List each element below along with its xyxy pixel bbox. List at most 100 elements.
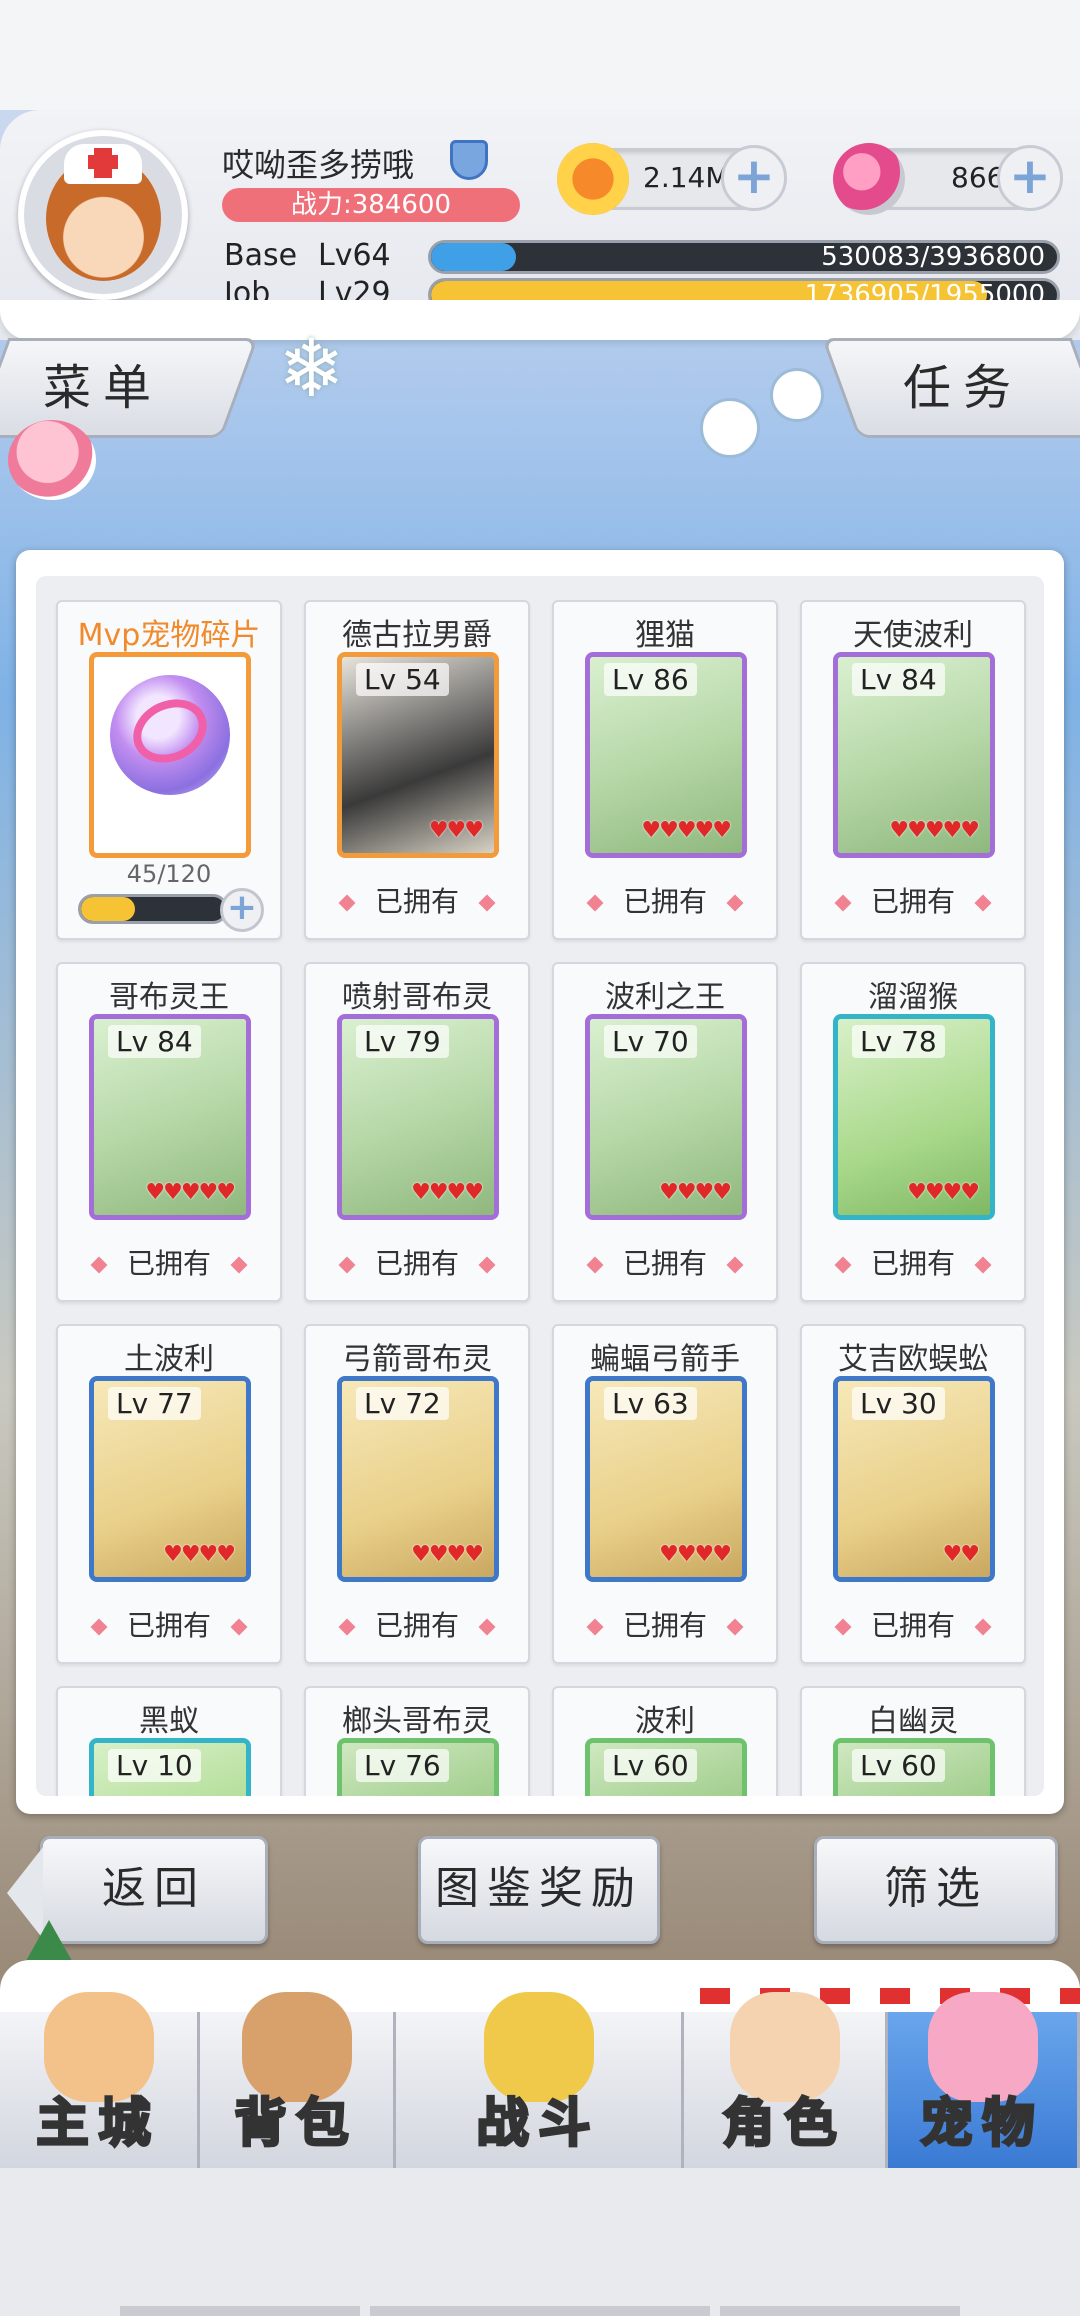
- base-label: Base: [224, 238, 298, 273]
- pet-level: Lv 63: [604, 1387, 697, 1420]
- power-badge: 战力:384600: [222, 188, 520, 222]
- nav-label: 战斗: [475, 2093, 601, 2156]
- pet-level: Lv 54: [356, 663, 449, 696]
- nav-label: 主城: [35, 2093, 161, 2156]
- gem-currency: 866 +: [833, 143, 1063, 215]
- tasks-label: 任务: [903, 360, 1024, 416]
- owned-label: 已拥有: [870, 885, 955, 918]
- pet-level: Lv 30: [852, 1387, 945, 1420]
- owned-label: 已拥有: [870, 1247, 955, 1280]
- mvp-shard-progress: [78, 894, 228, 924]
- pet-level: Lv 60: [852, 1749, 945, 1782]
- pet-portrait-frame: Lv 77 ♥♥♥♥: [89, 1376, 251, 1582]
- pet-name: 弓箭哥布灵: [342, 1342, 492, 1377]
- owned-label: 已拥有: [126, 1247, 211, 1280]
- pet-card[interactable]: 蝙蝠弓箭手 Lv 63 ♥♥♥♥ 已拥有: [552, 1324, 778, 1664]
- diamond-icon: [974, 1618, 992, 1636]
- owned-status: 已拥有: [554, 1242, 776, 1282]
- owned-label: 已拥有: [374, 1609, 459, 1642]
- diamond-icon: [726, 1618, 744, 1636]
- pet-card[interactable]: 榔头哥布灵Lv 76已拥有: [304, 1686, 530, 1796]
- diamond-icon: [230, 1256, 248, 1274]
- owned-label: 已拥有: [622, 1247, 707, 1280]
- pet-name: 哥布灵王: [109, 980, 229, 1015]
- diamond-icon: [90, 1256, 108, 1274]
- pet-card[interactable]: 天使波利 Lv 84 ♥♥♥♥♥ 已拥有: [800, 600, 1026, 940]
- diamond-icon: [834, 1256, 852, 1274]
- player-avatar[interactable]: [18, 130, 188, 300]
- nav-pet[interactable]: 宠物: [888, 1992, 1080, 2168]
- pet-card[interactable]: 弓箭哥布灵 Lv 72 ♥♥♥♥ 已拥有: [304, 1324, 530, 1664]
- mvp-shard-count: 45/120: [126, 860, 212, 888]
- pet-card[interactable]: 土波利 Lv 77 ♥♥♥♥ 已拥有: [56, 1324, 282, 1664]
- cap-cross: [88, 155, 118, 169]
- pet-name: 德古拉男爵: [342, 618, 492, 653]
- footer-divider: [120, 2306, 360, 2316]
- owned-label: 已拥有: [622, 885, 707, 918]
- shield-icon[interactable]: [450, 140, 488, 180]
- pet-name: 狸猫: [635, 618, 695, 653]
- pet-card[interactable]: 波利之王 Lv 70 ♥♥♥♥ 已拥有: [552, 962, 778, 1302]
- pet-poring-icon[interactable]: [8, 420, 96, 500]
- affinity-hearts-icon: ♥♥♥♥: [411, 1542, 484, 1567]
- nav-backpack[interactable]: 背包: [200, 1992, 396, 2168]
- nav-character[interactable]: 角色: [684, 1992, 888, 2168]
- pet-portrait-frame: Lv 60: [833, 1738, 995, 1796]
- diamond-icon: [586, 1618, 604, 1636]
- diamond-icon: [478, 1618, 496, 1636]
- pet-level: Lv 70: [604, 1025, 697, 1058]
- footer-divider: [370, 2306, 710, 2316]
- owned-status: 已拥有: [554, 1604, 776, 1644]
- pet-card[interactable]: 黑蚁Lv 10已拥有: [56, 1686, 282, 1796]
- pet-name: 黑蚁: [139, 1704, 199, 1739]
- base-exp-bar: 530083/3936800: [428, 240, 1060, 274]
- pet-level: Lv 84: [108, 1025, 201, 1058]
- pet-name: 榔头哥布灵: [342, 1704, 492, 1739]
- ornament-icon: [770, 368, 824, 422]
- add-gems-button[interactable]: +: [997, 145, 1063, 211]
- pet-level: Lv 10: [108, 1749, 201, 1782]
- pet-level: Lv 86: [604, 663, 697, 696]
- pet-card[interactable]: 喷射哥布灵 Lv 79 ♥♥♥♥ 已拥有: [304, 962, 530, 1302]
- gem-icon: [833, 143, 905, 215]
- pet-name: 白幽灵: [868, 1704, 958, 1739]
- owned-status: 已拥有: [802, 1242, 1024, 1282]
- affinity-hearts-icon: ♥♥♥♥: [411, 1180, 484, 1205]
- pet-card[interactable]: 德古拉男爵 Lv 54 ♥♥♥ 已拥有: [304, 600, 530, 940]
- base-exp-text: 530083/3936800: [821, 242, 1045, 272]
- status-area: [0, 0, 1080, 110]
- codex-reward-button[interactable]: 图鉴奖励: [418, 1836, 660, 1944]
- pet-name: 蝙蝠弓箭手: [590, 1342, 740, 1377]
- pet-card[interactable]: 波利Lv 60已拥有: [552, 1686, 778, 1796]
- pet-name: 波利: [635, 1704, 695, 1739]
- footer-divider: [720, 2306, 960, 2316]
- filter-button[interactable]: 筛选: [814, 1836, 1058, 1944]
- owned-status: 已拥有: [58, 1242, 280, 1282]
- nav-castle[interactable]: 主城: [0, 1992, 200, 2168]
- mvp-shard-card[interactable]: Mvp宠物碎片 45/120 +: [56, 600, 282, 940]
- owned-status: 已拥有: [306, 1604, 528, 1644]
- pet-grid[interactable]: Mvp宠物碎片 45/120 + 德古拉男爵 Lv 54 ♥♥♥ 已拥有 狸猫 Lv 86…: [36, 576, 1044, 1796]
- back-label: 返回: [102, 1863, 206, 1914]
- affinity-hearts-icon: ♥♥♥♥: [163, 1542, 236, 1567]
- affinity-hearts-icon: ♥♥♥♥♥: [641, 818, 732, 843]
- filter-label: 筛选: [884, 1863, 988, 1914]
- add-mvp-shard-button[interactable]: +: [220, 888, 264, 932]
- diamond-icon: [478, 1256, 496, 1274]
- base-exp-fill: [431, 243, 516, 271]
- nav-battle[interactable]: 战斗: [396, 1992, 684, 2168]
- pet-card[interactable]: 白幽灵Lv 60已拥有: [800, 1686, 1026, 1796]
- diamond-icon: [726, 894, 744, 912]
- owned-status: 已拥有: [802, 880, 1024, 920]
- pet-card[interactable]: 狸猫 Lv 86 ♥♥♥♥♥ 已拥有: [552, 600, 778, 940]
- add-zeny-button[interactable]: +: [721, 145, 787, 211]
- diamond-icon: [974, 1256, 992, 1274]
- nav-label: 宠物: [919, 2093, 1045, 2156]
- pet-level: Lv 60: [604, 1749, 697, 1782]
- tasks-button[interactable]: 任务: [821, 338, 1080, 438]
- pet-card[interactable]: 艾吉欧蜈蚣 Lv 30 ♥♥ 已拥有: [800, 1324, 1026, 1664]
- pet-card[interactable]: 哥布灵王 Lv 84 ♥♥♥♥♥ 已拥有: [56, 962, 282, 1302]
- pet-level: Lv 78: [852, 1025, 945, 1058]
- pet-card[interactable]: 溜溜猴 Lv 78 ♥♥♥♥ 已拥有: [800, 962, 1026, 1302]
- pet-portrait-frame: Lv 30 ♥♥: [833, 1376, 995, 1582]
